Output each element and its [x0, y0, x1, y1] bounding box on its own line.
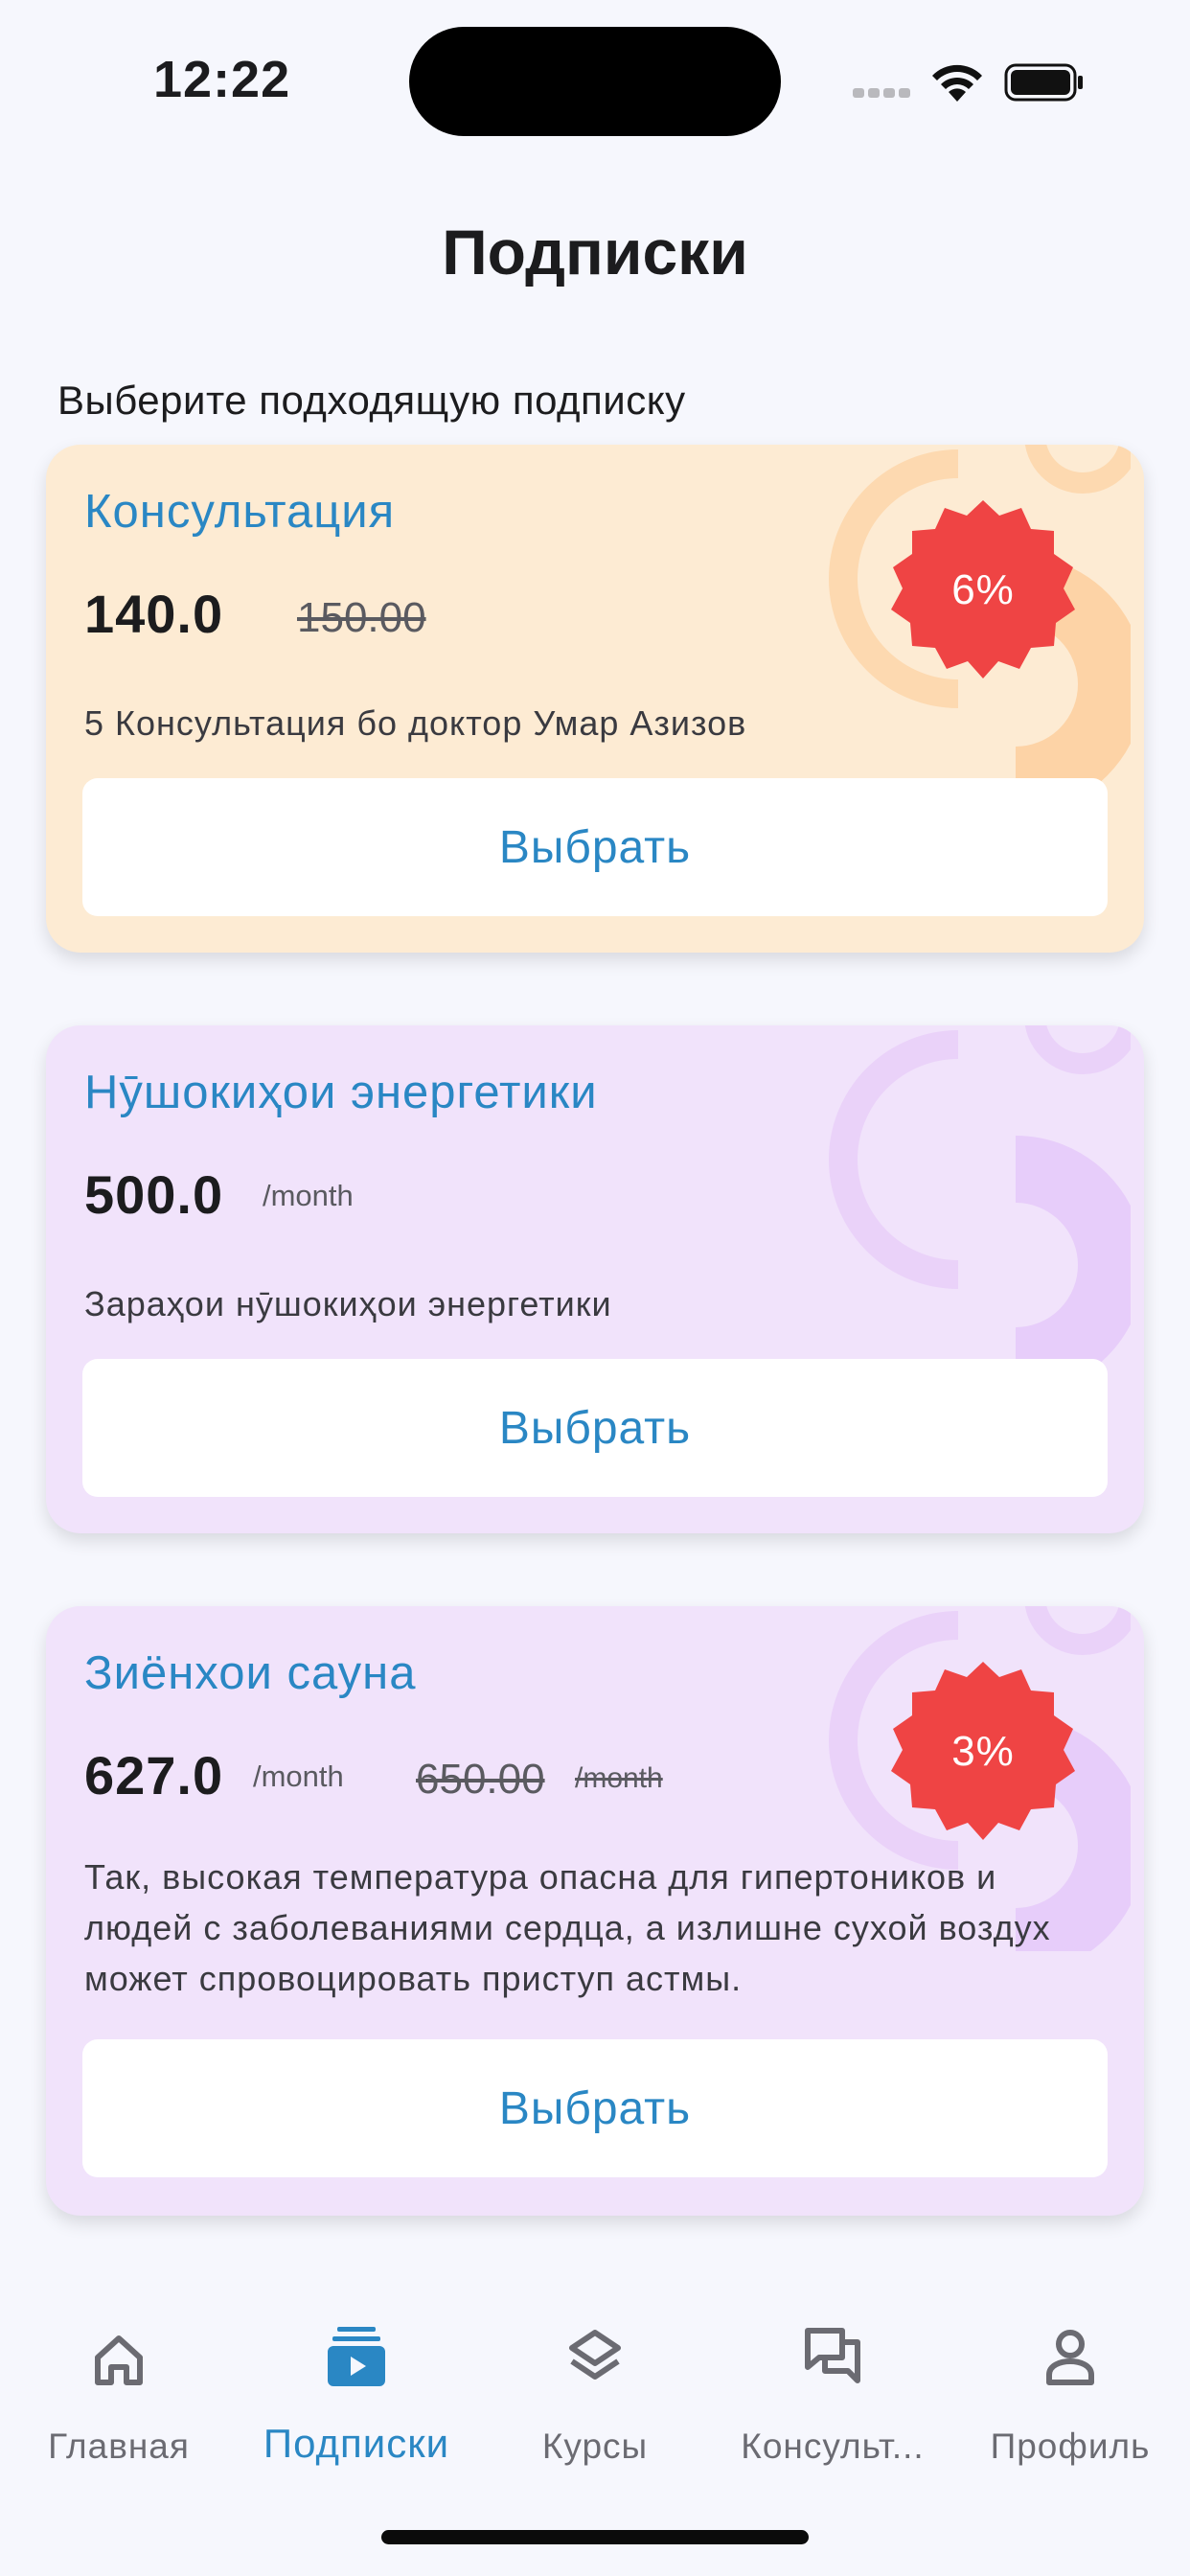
subscription-card-energy-drinks: Нӯшокиҳои энергетики 500.0 /month Зараҳо… — [46, 1025, 1144, 1533]
page-title: Подписки — [442, 217, 748, 288]
status-time: 12:22 — [153, 51, 291, 108]
home-indicator[interactable] — [381, 2530, 809, 2544]
select-button-consultation[interactable]: Выбрать — [82, 778, 1108, 916]
subscriptions-icon — [328, 2327, 385, 2386]
card-old-price: 650.00 — [416, 1756, 545, 1803]
card-title: Консультация — [84, 486, 396, 538]
nav-label: Профиль — [990, 2426, 1151, 2466]
card-price: 627.0 — [84, 1745, 224, 1806]
person-icon — [1046, 2330, 1094, 2385]
card-price: 140.0 — [84, 584, 224, 644]
discount-badge: 3% — [887, 1656, 1079, 1848]
card-price-period: /month — [263, 1179, 354, 1212]
card-description: 5 Консультация бо доктор Умар Азизов — [84, 703, 747, 743]
nav-label: Курсы — [541, 2426, 649, 2466]
subscription-card-consultation: Консультация 140.0 150.00 6% 5 Консульта… — [46, 445, 1144, 953]
layers-icon — [569, 2330, 621, 2380]
card-title: Зиёнхои сауна — [84, 1647, 417, 1699]
nav-item-consultations[interactable]: Консульт... — [722, 2325, 943, 2478]
card-description: Так, высокая температура опасна для гипе… — [84, 1857, 1051, 1998]
nav-item-profile[interactable]: Профиль — [960, 2325, 1180, 2478]
select-button-sauna[interactable]: Выбрать — [82, 2039, 1108, 2177]
wifi-icon — [932, 64, 982, 102]
subscriptions-screen: 12:22 Подписки Выберите подходящую подпи… — [0, 0, 1190, 2576]
nav-label: Главная — [48, 2426, 190, 2466]
subscription-card-sauna: Зиёнхои сауна 627.0 /month 650.00 /month… — [46, 1606, 1144, 2216]
page-subtitle: Выберите подходящую подписку — [57, 378, 686, 423]
battery-icon — [1004, 63, 1083, 102]
nav-item-courses[interactable]: Курсы — [485, 2325, 705, 2478]
nav-label: Подписки — [263, 2421, 450, 2466]
select-button-energy-drinks[interactable]: Выбрать — [82, 1359, 1108, 1497]
cellular-signal-icon — [853, 88, 912, 98]
discount-badge: 6% — [887, 494, 1079, 686]
discount-badge-text: 3% — [951, 1728, 1015, 1775]
card-old-price: 150.00 — [297, 594, 426, 641]
nav-item-subscriptions[interactable]: Подписки — [246, 2325, 467, 2478]
card-old-price-period: /month — [575, 1762, 663, 1794]
chat-icon — [805, 2328, 860, 2383]
home-icon — [95, 2335, 143, 2385]
card-price: 500.0 — [84, 1164, 224, 1225]
nav-item-home[interactable]: Главная — [9, 2325, 229, 2478]
card-title: Нӯшокиҳои энергетики — [84, 1067, 598, 1118]
nav-label: Консульт... — [741, 2426, 925, 2466]
card-price-period: /month — [253, 1760, 344, 1793]
discount-badge-text: 6% — [951, 566, 1015, 613]
status-bar: 12:22 — [0, 0, 1190, 163]
dynamic-island — [409, 27, 781, 136]
card-description: Зараҳои нӯшокиҳои энергетики — [84, 1284, 612, 1323]
